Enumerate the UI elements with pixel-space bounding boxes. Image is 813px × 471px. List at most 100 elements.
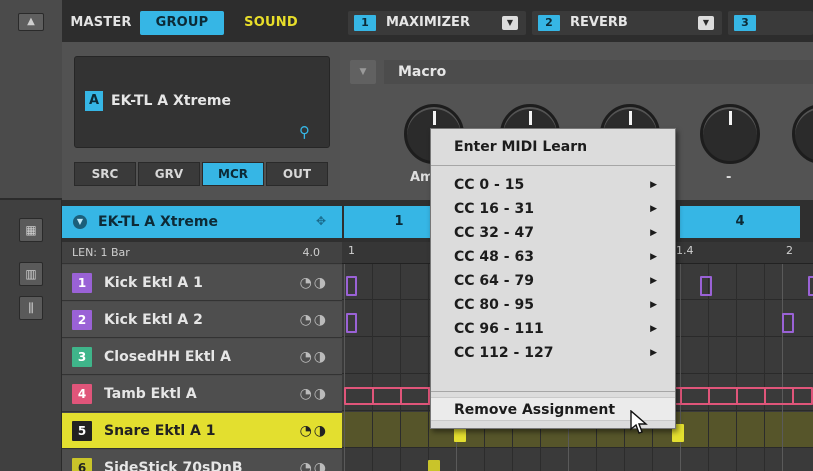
chevron-down-icon[interactable]: ▼ [73,215,87,229]
sound-number: 3 [72,347,92,367]
plugin-slot-number: 3 [734,15,756,31]
chevron-down-icon[interactable]: ▼ [502,16,518,30]
top-tab-bar: MASTER GROUP SOUND 1 MAXIMIZER ▼ 2 REVER… [62,0,813,42]
chevron-down-icon[interactable]: ▼ [698,16,714,30]
menu-item-cc-80-95[interactable]: CC 80 - 95 ▶ [431,293,675,317]
tab-group[interactable]: GROUP [140,11,224,35]
macro-knob-4[interactable] [700,104,760,164]
sound-number: 4 [72,384,92,404]
step-line [764,264,765,471]
chevron-right-icon: ▶ [650,204,657,214]
step-line [736,264,737,471]
tab-out[interactable]: OUT [266,162,328,186]
group-letter-badge: A [85,91,103,111]
sound-controls-icon[interactable]: ◔◑ [300,423,328,439]
group-name-box[interactable]: A EK-TL A Xtreme ⚲ [74,56,330,148]
note-event[interactable] [700,276,712,296]
sound-controls-icon[interactable]: ◔◑ [300,460,328,471]
keyboard-view-button[interactable]: ▥ [19,262,43,286]
pattern-slot-4[interactable]: 4 [680,206,800,238]
beat-line [344,264,345,471]
chevron-right-icon: ▶ [650,180,657,190]
left-sidebar: ▲ ▦ ▥ ⫼ [0,0,62,471]
mouse-cursor-icon [630,410,648,434]
drag-handle-icon[interactable]: ✥ [316,214,326,228]
ruler-tick: 1 [348,244,355,257]
plugin-slot-number: 2 [538,15,560,31]
macro-knob-5[interactable] [792,104,813,164]
pattern-group-name: EK-TL A Xtreme [98,214,218,230]
plugin-slot-number: 1 [354,15,376,31]
menu-item-cc-0-15[interactable]: CC 0 - 15 ▶ [431,173,675,197]
note-event[interactable] [346,313,357,333]
tab-grv[interactable]: GRV [138,162,200,186]
step-line [372,264,373,471]
tab-src[interactable]: SRC [74,162,136,186]
menu-item-cc-96-111[interactable]: CC 96 - 111 ▶ [431,317,675,341]
sound-name: Kick Ektl A 1 [104,275,203,291]
menu-item-cc-112-127[interactable]: CC 112 - 127 ▶ [431,341,675,365]
sound-name: Tamb Ektl A [104,386,197,402]
plugin-slot-2[interactable]: 2 REVERB ▼ [532,11,722,35]
maschine-window: ▲ ▦ ▥ ⫼ MASTER GROUP SOUND 1 MAXIMIZER ▼… [0,0,813,471]
note-event[interactable] [428,460,440,471]
note-event[interactable] [782,313,794,333]
menu-item-cc-16-31[interactable]: CC 16 - 31 ▶ [431,197,675,221]
ruler-tick: 2 [786,244,793,257]
plugin-slot-1[interactable]: 1 MAXIMIZER ▼ [348,11,526,35]
menu-item-label: CC 48 - 63 [454,249,534,265]
sound-row-6[interactable]: 6 SideStick 70sDnB ◔◑ [62,450,342,471]
left-sidebar-top: ▲ [0,0,62,200]
sound-controls-icon[interactable]: ◔◑ [300,349,328,365]
menu-item-enter-midi-learn[interactable]: Enter MIDI Learn [431,135,675,159]
midi-context-menu: Enter MIDI Learn CC 0 - 15 ▶ CC 16 - 31 … [430,128,676,429]
group-panel: A EK-TL A Xtreme ⚲ SRC GRV MCR OUT [62,42,340,200]
sound-row-4[interactable]: 4 Tamb Ektl A ◔◑ [62,376,342,412]
menu-item-label: CC 112 - 127 [454,345,554,361]
note-event[interactable] [346,276,357,296]
sound-number: 5 [72,421,92,441]
grid-row-6[interactable] [342,449,813,471]
plugin-slot-name: MAXIMIZER [386,15,470,30]
menu-item-label: CC 16 - 31 [454,201,534,217]
plugin-slot-name: REVERB [570,15,628,30]
sound-controls-icon[interactable]: ◔◑ [300,312,328,328]
chevron-right-icon: ▶ [650,324,657,334]
mode-tabs: SRC GRV MCR OUT [74,162,330,188]
pad-view-button[interactable]: ▦ [19,218,43,242]
sound-name: Kick Ektl A 2 [104,312,203,328]
beat-line [782,264,783,471]
menu-item-cc-48-63[interactable]: CC 48 - 63 ▶ [431,245,675,269]
chevron-right-icon: ▶ [650,300,657,310]
sound-name: SideStick 70sDnB [104,460,243,471]
plugin-slot-3[interactable]: 3 [728,11,813,35]
sound-controls-icon[interactable]: ◔◑ [300,386,328,402]
chevron-right-icon: ▶ [650,276,657,286]
tab-mcr[interactable]: MCR [202,162,264,186]
sound-number: 6 [72,458,92,471]
sound-row-2[interactable]: 2 Kick Ektl A 2 ◔◑ [62,302,342,338]
macro-page-title[interactable]: Macro [384,60,813,84]
pattern-length-value[interactable]: 4.0 [303,242,321,264]
menu-item-label: CC 80 - 95 [454,297,534,313]
menu-item-cc-32-47[interactable]: CC 32 - 47 ▶ [431,221,675,245]
collapse-button[interactable]: ▲ [18,13,44,31]
sound-controls-icon[interactable]: ◔◑ [300,275,328,291]
pattern-length-row: LEN: 1 Bar 4.0 [62,242,342,264]
sound-row-3[interactable]: 3 ClosedHH Ektl A ◔◑ [62,339,342,375]
search-icon[interactable]: ⚲ [299,123,317,141]
tab-sound[interactable]: SOUND [232,11,310,35]
sound-row-1[interactable]: 1 Kick Ektl A 1 ◔◑ [62,265,342,301]
pattern-group-header[interactable]: ▼ EK-TL A Xtreme ✥ [62,206,342,238]
waveform-view-button[interactable]: ⫼ [19,296,43,320]
pattern-length-label[interactable]: LEN: 1 Bar [72,242,130,264]
menu-item-label: CC 64 - 79 [454,273,534,289]
sound-row-5[interactable]: 5 Snare Ektl A 1 ◔◑ [62,413,342,449]
tab-master[interactable]: MASTER [70,11,132,35]
note-event[interactable] [808,276,813,296]
menu-item-cc-64-79[interactable]: CC 64 - 79 ▶ [431,269,675,293]
chevron-down-icon[interactable]: ▼ [350,60,376,84]
step-line [400,264,401,471]
menu-separator [431,165,675,166]
menu-item-label: CC 0 - 15 [454,177,525,193]
